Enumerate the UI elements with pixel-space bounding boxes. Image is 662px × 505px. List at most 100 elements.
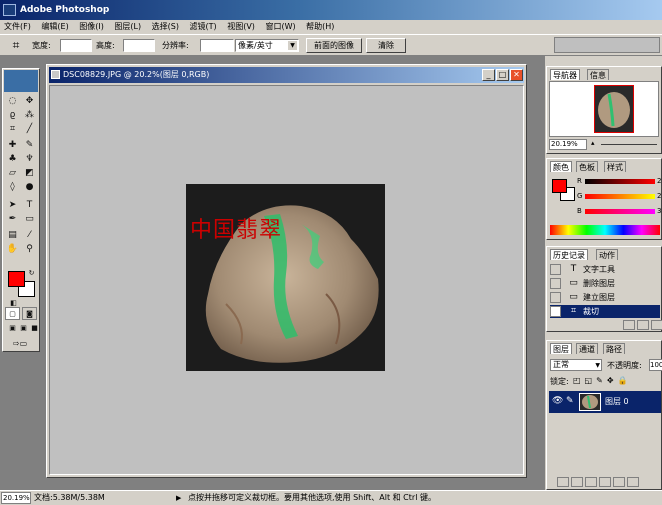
- quick-mask-icon[interactable]: ◙: [22, 307, 37, 320]
- document-title-bar[interactable]: DSC08829.JPG @ 20.2%(图层 0,RGB) _ □ ✕: [49, 67, 524, 83]
- channel-b-value[interactable]: 3: [657, 207, 661, 215]
- lasso-tool-icon[interactable]: ϱ: [5, 109, 20, 122]
- width-input[interactable]: [60, 39, 92, 52]
- status-doc-size[interactable]: 文档:5.38M/5.38M: [34, 491, 105, 505]
- new-layer-icon[interactable]: [613, 477, 625, 487]
- tab-channels[interactable]: 通道: [576, 343, 598, 354]
- marquee-tool-icon[interactable]: ◌: [5, 95, 20, 108]
- brush-link-icon[interactable]: ✎: [566, 396, 574, 406]
- menu-select[interactable]: 选择(S): [148, 20, 183, 34]
- path-select-icon[interactable]: ➤: [5, 199, 20, 212]
- opacity-field[interactable]: 100: [649, 359, 662, 371]
- channel-r-value[interactable]: 2: [657, 177, 661, 185]
- move-tool-icon[interactable]: ✥: [22, 95, 37, 108]
- magic-wand-icon[interactable]: ⁂: [22, 109, 37, 122]
- history-item[interactable]: ▭ 删除图层: [550, 277, 660, 290]
- history-brush-icon[interactable]: ♆: [22, 153, 37, 166]
- history-source-checkbox[interactable]: [550, 278, 561, 289]
- menu-file[interactable]: 文件(F): [0, 20, 35, 34]
- pen-tool-icon[interactable]: ✒: [5, 213, 20, 226]
- jump-to-imageready-icon[interactable]: ⇨▭: [5, 337, 35, 350]
- tab-swatches[interactable]: 色板: [576, 161, 598, 172]
- resolution-input[interactable]: [200, 39, 234, 52]
- layer-name[interactable]: 图层 0: [605, 396, 629, 407]
- history-item[interactable]: ▭ 建立图层: [550, 291, 660, 304]
- hand-tool-icon[interactable]: ✋: [5, 243, 20, 256]
- navigator-zoom-field[interactable]: 20.19%: [549, 139, 587, 150]
- navigator-preview[interactable]: [549, 81, 659, 137]
- brush-tool-icon[interactable]: ✎: [22, 139, 37, 152]
- tab-paths[interactable]: 路径: [603, 343, 625, 354]
- foreground-color-swatch[interactable]: [8, 271, 25, 287]
- trash-icon[interactable]: [627, 477, 639, 487]
- type-tool-icon[interactable]: T: [22, 199, 37, 212]
- full-screen-icon[interactable]: ■: [27, 322, 42, 335]
- layer-style-icon[interactable]: [557, 477, 569, 487]
- front-image-button[interactable]: 前面的图像: [306, 38, 362, 53]
- palette-well[interactable]: [554, 37, 660, 53]
- color-foreground-swatch[interactable]: [552, 179, 567, 193]
- eraser-tool-icon[interactable]: ▱: [5, 167, 20, 180]
- unit-select[interactable]: 像素/英寸 ▼: [235, 39, 299, 52]
- dodge-tool-icon[interactable]: ●: [22, 181, 37, 194]
- tab-styles[interactable]: 样式: [604, 161, 626, 172]
- notes-tool-icon[interactable]: ▤: [5, 229, 20, 242]
- tab-navigator[interactable]: 导航器: [550, 69, 580, 80]
- minimize-icon[interactable]: _: [482, 69, 495, 81]
- clone-stamp-icon[interactable]: ♣: [5, 153, 20, 166]
- height-input[interactable]: [123, 39, 155, 52]
- maximize-icon[interactable]: □: [496, 69, 509, 81]
- tab-history[interactable]: 历史记录: [550, 249, 588, 260]
- healing-brush-icon[interactable]: ✚: [5, 139, 20, 152]
- navigator-zoom-slider[interactable]: [601, 144, 657, 145]
- history-source-checkbox[interactable]: [550, 264, 561, 275]
- history-source-checkbox[interactable]: [550, 306, 561, 317]
- shape-tool-icon[interactable]: ▭: [22, 213, 37, 226]
- standard-mode-icon[interactable]: ▢: [5, 307, 20, 320]
- trash-icon[interactable]: [651, 320, 662, 330]
- menu-window[interactable]: 窗口(W): [261, 20, 299, 34]
- slice-tool-icon[interactable]: ╱: [22, 123, 37, 136]
- tab-actions[interactable]: 动作: [596, 249, 618, 260]
- menu-edit[interactable]: 编辑(E): [37, 20, 72, 34]
- status-zoom-field[interactable]: 20.19%: [1, 492, 31, 504]
- menu-filter[interactable]: 滤镜(T): [186, 20, 221, 34]
- tab-color[interactable]: 颜色: [550, 161, 572, 172]
- channel-b-slider[interactable]: [585, 209, 655, 214]
- paint-bucket-icon[interactable]: ◩: [22, 167, 37, 180]
- tab-info[interactable]: 信息: [587, 69, 609, 80]
- layer-set-icon[interactable]: [585, 477, 597, 487]
- history-item-selected[interactable]: ⌗ 裁切: [550, 305, 660, 318]
- blur-tool-icon[interactable]: ◊: [5, 181, 20, 194]
- menu-layer[interactable]: 图层(L): [110, 20, 145, 34]
- clear-button[interactable]: 清除: [366, 38, 406, 53]
- tab-layers[interactable]: 图层: [550, 343, 572, 354]
- swap-colors-icon[interactable]: ↻: [24, 267, 39, 280]
- history-source-checkbox[interactable]: [550, 292, 561, 303]
- zoom-out-icon[interactable]: ▴: [591, 139, 595, 147]
- new-document-icon[interactable]: [623, 320, 635, 330]
- channel-g-value[interactable]: 2: [657, 192, 661, 200]
- status-arrow-icon[interactable]: ▶: [176, 491, 181, 505]
- zoom-tool-icon[interactable]: ⚲: [22, 243, 37, 256]
- menu-help[interactable]: 帮助(H): [302, 20, 338, 34]
- eyedropper-icon[interactable]: ⁄: [22, 229, 37, 242]
- new-snapshot-icon[interactable]: [637, 320, 649, 330]
- blend-mode-select[interactable]: 正常 ▼: [550, 359, 602, 371]
- toolbox-header[interactable]: [4, 70, 38, 92]
- color-ramp[interactable]: [550, 225, 660, 235]
- history-item[interactable]: T 文字工具: [550, 263, 660, 276]
- lock-options-icon[interactable]: ◰◱✎✥🔒: [573, 376, 631, 385]
- menu-image[interactable]: 图像(I): [75, 20, 108, 34]
- channel-g-slider[interactable]: [585, 194, 655, 199]
- layer-mask-icon[interactable]: [571, 477, 583, 487]
- crop-tool-icon[interactable]: ⌗: [5, 123, 20, 136]
- adjustment-layer-icon[interactable]: [599, 477, 611, 487]
- menu-view[interactable]: 视图(V): [223, 20, 259, 34]
- layer-row[interactable]: 👁 ✎ 图层 0: [549, 391, 661, 413]
- close-icon[interactable]: ✕: [510, 69, 523, 81]
- crop-tool-icon[interactable]: ⌗: [8, 38, 24, 53]
- navigator-view-box[interactable]: [594, 85, 634, 133]
- eye-icon[interactable]: 👁: [552, 396, 563, 406]
- channel-r-slider[interactable]: [585, 179, 655, 184]
